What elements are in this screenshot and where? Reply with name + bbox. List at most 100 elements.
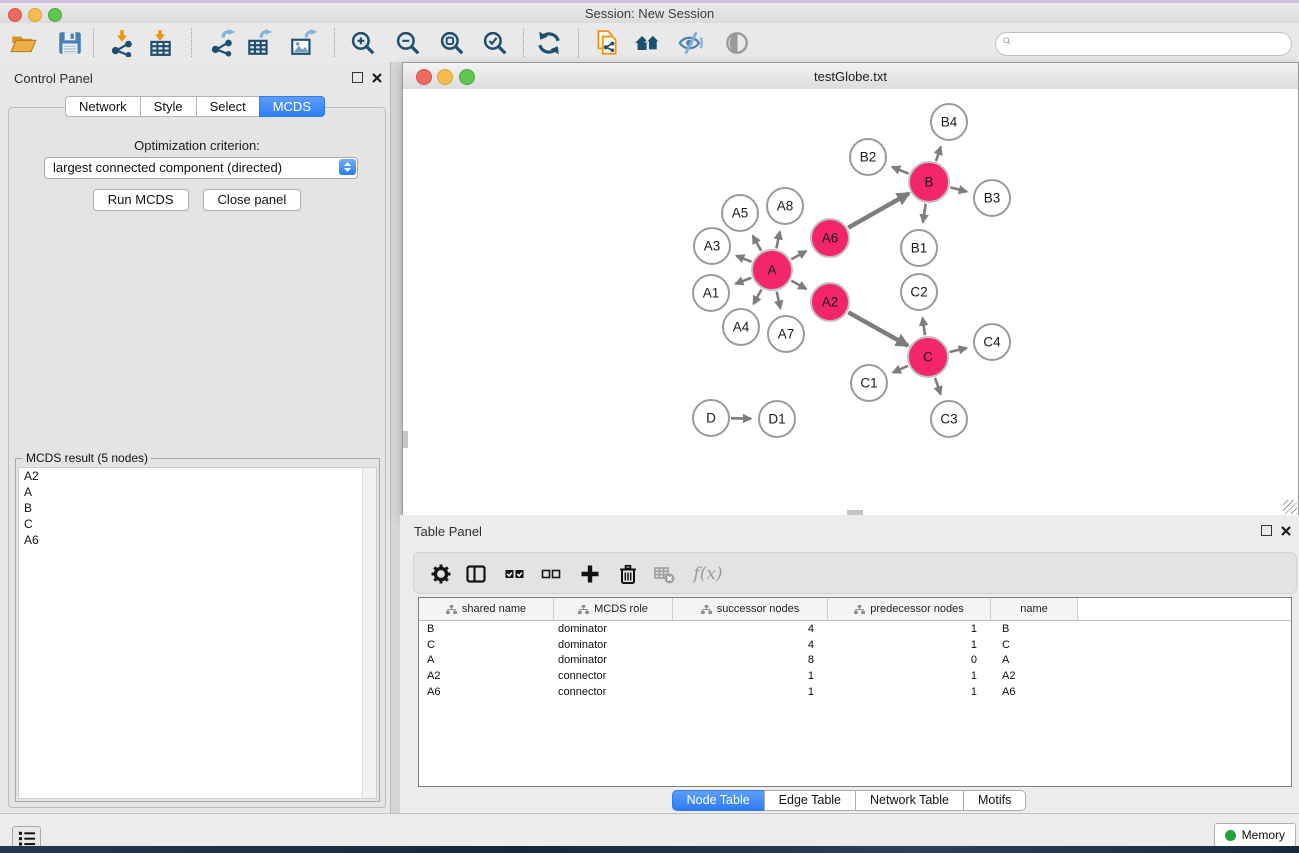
graph-node-label-A5: A5	[732, 206, 749, 221]
clone-network-button[interactable]	[589, 25, 625, 61]
home-icon	[634, 29, 662, 57]
graph-edge-A-A6[interactable]	[791, 251, 806, 259]
import-table-button[interactable]	[142, 25, 178, 61]
tab-motifs[interactable]: Motifs	[963, 790, 1026, 811]
graph-node-label-C2: C2	[910, 285, 927, 300]
zoom-in-icon	[349, 29, 377, 57]
graph-node-label-A1: A1	[703, 286, 720, 301]
graph-edge-B-B1[interactable]	[923, 204, 926, 223]
show-eye-button[interactable]	[719, 25, 755, 61]
graph-edge-C-C1[interactable]	[893, 366, 908, 373]
graph-node-label-A2: A2	[822, 295, 839, 310]
tab-select[interactable]: Select	[196, 96, 260, 117]
column-label: shared name	[462, 603, 526, 615]
table-row[interactable]: A6connector11A6	[419, 684, 1291, 700]
graph-edge-A-A4[interactable]	[753, 289, 761, 304]
hide-eye-button[interactable]	[673, 25, 709, 61]
graph-edge-C-C4[interactable]	[949, 348, 966, 352]
table-row[interactable]: A2connector11A2	[419, 668, 1291, 684]
mcds-result-item[interactable]: C	[19, 516, 376, 532]
columns-button[interactable]	[463, 561, 489, 587]
table-row[interactable]: Adominator80A	[419, 653, 1291, 669]
tab-network[interactable]: Network	[65, 96, 141, 117]
graph-edge-C-C2[interactable]	[923, 318, 925, 335]
import-network-button[interactable]	[104, 25, 140, 61]
zoom-in-button[interactable]	[345, 25, 381, 61]
graph-edge-A-A5[interactable]	[753, 236, 762, 251]
table-row[interactable]: Bdominator41B	[419, 621, 1291, 637]
table-cell: A6	[419, 686, 554, 698]
memory-button[interactable]: Memory	[1214, 823, 1296, 847]
graph-edge-B-B4[interactable]	[936, 147, 941, 161]
column-header-shared-name[interactable]: shared name	[419, 598, 554, 620]
tab-edge-table[interactable]: Edge Table	[764, 790, 856, 811]
table-cell: 0	[828, 654, 991, 666]
graph-edge-A-A1[interactable]	[735, 278, 751, 284]
table-toolbar: f(x)	[413, 552, 1297, 594]
graph-edge-B-B3[interactable]	[950, 187, 966, 191]
gear-button[interactable]	[428, 561, 454, 587]
canvas-left-scrollnub[interactable]	[403, 431, 408, 448]
node-table-header: shared name MCDS rolesuccessor nodesprede…	[419, 598, 1291, 621]
graph-edge-A6-B[interactable]	[848, 193, 909, 227]
column-header-successor-nodes[interactable]: successor nodes	[673, 598, 828, 620]
tab-mcds[interactable]: MCDS	[259, 96, 325, 117]
mcds-result-item[interactable]: B	[19, 500, 376, 516]
graph-edge-A-A2[interactable]	[791, 281, 806, 289]
refresh-button[interactable]	[531, 25, 567, 61]
zoom-fit-button[interactable]	[434, 25, 470, 61]
zoom-out-button[interactable]	[390, 25, 426, 61]
export-table-button[interactable]	[241, 25, 277, 61]
export-network-button[interactable]	[204, 25, 240, 61]
export-image-button[interactable]	[285, 25, 321, 61]
graph-edge-A-A7[interactable]	[777, 291, 781, 308]
refresh-icon	[535, 29, 563, 57]
close-panel-icon[interactable]	[372, 73, 382, 83]
table-cell: A2	[991, 670, 1078, 682]
graph-edge-C-C3[interactable]	[935, 378, 941, 395]
save-button[interactable]	[52, 25, 88, 61]
select-all-button[interactable]	[501, 561, 527, 587]
toolbar-separator	[334, 28, 335, 57]
columns-icon	[465, 563, 487, 585]
mcds-result-item[interactable]: A2	[19, 468, 376, 484]
tab-style[interactable]: Style	[140, 96, 197, 117]
mcds-result-item[interactable]: A	[19, 484, 376, 500]
mcds-result-title: MCDS result (5 nodes)	[23, 451, 151, 465]
add-button[interactable]	[577, 561, 603, 587]
table-row[interactable]: Cdominator41C	[419, 637, 1291, 653]
zoom-selected-button[interactable]	[477, 25, 513, 61]
tab-network-table[interactable]: Network Table	[855, 790, 964, 811]
column-header-predecessor-nodes[interactable]: predecessor nodes	[828, 598, 991, 620]
graph-edge-A-A3[interactable]	[736, 256, 751, 262]
table-cell: 1	[828, 670, 991, 682]
graph-edge-A-A8[interactable]	[776, 231, 779, 248]
close-table-panel-icon[interactable]	[1281, 526, 1291, 536]
float-panel-icon[interactable]	[352, 72, 363, 83]
trash-button[interactable]	[615, 561, 641, 587]
column-label: name	[1020, 603, 1048, 615]
run-mcds-button[interactable]: Run MCDS	[93, 189, 189, 211]
close-panel-button[interactable]: Close panel	[203, 189, 302, 211]
graph-edge-A2-C[interactable]	[848, 312, 908, 345]
column-header-name[interactable]: name	[991, 598, 1078, 620]
table-cell: C	[419, 639, 554, 651]
tab-node-table[interactable]: Node Table	[672, 790, 765, 811]
search-input[interactable]	[1022, 34, 1286, 54]
open-folder-icon	[9, 29, 37, 57]
mcds-result-item[interactable]: A6	[19, 532, 376, 548]
column-header-MCDS-role[interactable]: MCDS role	[554, 598, 673, 620]
home-button[interactable]	[630, 25, 666, 61]
deselect-all-button[interactable]	[538, 561, 564, 587]
table-panel-title: Table Panel	[414, 524, 482, 539]
mcds-result-list[interactable]: A2ABCA6	[18, 467, 377, 799]
criterion-select[interactable]: largest connected component (directed)	[44, 157, 358, 179]
app-title: Session: New Session	[0, 6, 1299, 21]
graph-edge-B-B2[interactable]	[892, 167, 909, 174]
network-window-titlebar[interactable]: testGlobe.txt	[403, 63, 1298, 90]
float-table-panel-icon[interactable]	[1261, 525, 1272, 536]
network-canvas[interactable]: ABCA2A6A1A3A4A5A7A8B1B2B3B4C1C2C3C4DD1	[403, 89, 1298, 515]
open-folder-button[interactable]	[5, 25, 41, 61]
window-resize-grip[interactable]	[1283, 500, 1297, 514]
mcds-list-scrollbar[interactable]	[362, 468, 376, 798]
